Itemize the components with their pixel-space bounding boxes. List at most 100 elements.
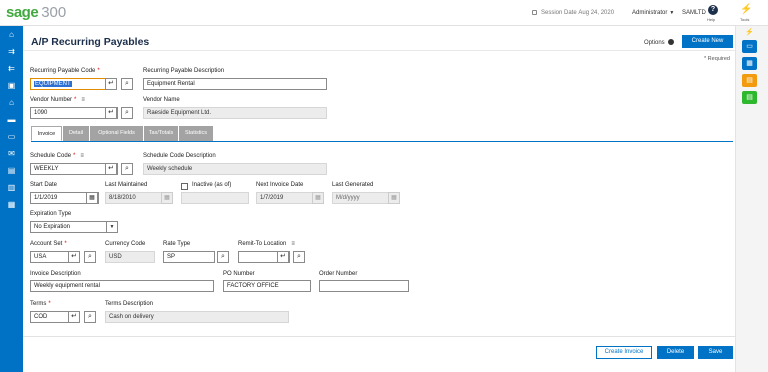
mail-icon[interactable]: ✉ xyxy=(0,145,23,162)
search-icon[interactable]: ⌕ xyxy=(121,78,133,90)
calendar-icon[interactable]: ▦ xyxy=(86,192,98,204)
search-icon[interactable]: ⌕ xyxy=(121,163,133,175)
account-set-label: Account Set * xyxy=(30,241,67,247)
search-icon[interactable]: ⌕ xyxy=(84,251,96,263)
list-icon[interactable]: ≡ xyxy=(80,153,84,159)
tools-label: Tools xyxy=(740,17,750,22)
tab-optional-fields[interactable]: Optional Fields xyxy=(90,126,143,141)
schedule-desc-label: Schedule Code Description xyxy=(143,153,216,159)
divider xyxy=(23,336,735,337)
remit-to-label-text: Remit-To Location xyxy=(238,241,287,247)
search-icon[interactable]: ⌕ xyxy=(84,311,96,323)
enter-icon[interactable]: ↵ xyxy=(277,251,289,263)
tab-invoice[interactable]: Invoice xyxy=(31,126,62,141)
account-set-label-text: Account Set xyxy=(30,241,63,247)
bank-icon[interactable]: ⌂ xyxy=(0,94,23,111)
enter-icon[interactable]: ↵ xyxy=(105,78,117,90)
recurring-code-label: Recurring Payable Code * xyxy=(30,68,100,74)
inactive-checkbox[interactable] xyxy=(181,183,188,190)
expiration-type-label: Expiration Type xyxy=(30,211,72,217)
tax-icon[interactable]: ▦ xyxy=(0,196,23,213)
terms-label-text: Terms xyxy=(30,301,47,307)
left-nav: ⌂ ⇉ ⇇ ▣ ⌂ ▬ ▭ ✉ ▤ ▥ ▦ xyxy=(0,26,23,372)
sage-logo[interactable]: sage 300 xyxy=(6,4,66,21)
invoice-desc-input[interactable]: Weekly equipment rental xyxy=(30,280,214,292)
required-note: * Required xyxy=(704,56,730,62)
calendar-icon: ▦ xyxy=(161,192,173,204)
expiration-type-select[interactable]: No Expiration xyxy=(30,221,118,233)
search-icon[interactable]: ⌕ xyxy=(293,251,305,263)
calculator-icon[interactable]: ▦ xyxy=(742,57,757,70)
folder-icon[interactable]: ▭ xyxy=(0,128,23,145)
home-icon[interactable]: ⌂ xyxy=(0,26,23,43)
invoice-desc-label: Invoice Description xyxy=(30,271,81,277)
last-generated-label: Last Generated xyxy=(332,182,374,188)
vendor-number-label-text: Vendor Number xyxy=(30,97,73,103)
payables-icon[interactable]: ⇉ xyxy=(0,43,23,60)
company-code: SAMLTD xyxy=(682,10,706,16)
next-invoice-label: Next Invoice Date xyxy=(256,182,304,188)
help-button[interactable]: ? Help xyxy=(707,5,719,22)
options-button[interactable]: Options xyxy=(644,39,674,46)
vendor-number-label: Vendor Number * ≡ xyxy=(30,97,85,103)
remit-to-label: Remit-To Location ≡ xyxy=(238,241,295,247)
tab-underline xyxy=(31,141,733,142)
lock-icon[interactable]: ▣ xyxy=(0,77,23,94)
save-button[interactable]: Save xyxy=(698,346,733,359)
vendor-name-label: Vendor Name xyxy=(143,97,180,103)
tab-statistics[interactable]: Statistics xyxy=(179,126,213,141)
po-number-input[interactable]: FACTORY OFFICE xyxy=(223,280,311,292)
report-icon[interactable]: ▤ xyxy=(742,74,757,87)
vendor-name-field: Raeside Equipment Ltd. xyxy=(143,107,327,119)
help-icon: ? xyxy=(708,5,718,15)
receivables-icon[interactable]: ⇇ xyxy=(0,60,23,77)
logo-brand: sage xyxy=(6,4,39,21)
schedule-code-label-text: Schedule Code xyxy=(30,153,72,159)
recurring-desc-input[interactable]: Equipment Rental xyxy=(143,78,327,90)
logo-version: 300 xyxy=(41,4,67,21)
required-marker: * xyxy=(48,301,51,307)
enter-icon[interactable]: ↵ xyxy=(105,107,117,119)
enter-icon[interactable]: ↵ xyxy=(105,163,117,175)
enter-icon[interactable]: ↵ xyxy=(68,251,80,263)
search-icon[interactable]: ⌕ xyxy=(121,107,133,119)
session-date-label: Session Date xyxy=(541,10,577,16)
create-new-button[interactable]: Create New xyxy=(682,35,733,48)
page-title: A/P Recurring Payables xyxy=(31,36,150,48)
recurring-code-input[interactable]: EQUIPMENT xyxy=(30,78,116,90)
tab-tax-totals[interactable]: Tax/Totals xyxy=(144,126,178,141)
inactive-label: Inactive (as of) xyxy=(192,182,232,188)
required-marker: * xyxy=(97,68,100,74)
search-icon[interactable]: ⌕ xyxy=(217,251,229,263)
tab-detail[interactable]: Detail xyxy=(63,126,89,141)
calendar-icon: ▦ xyxy=(312,192,324,204)
recurring-code-value: EQUIPMENT xyxy=(34,81,72,87)
currency-code-label: Currency Code xyxy=(105,241,146,247)
report-icon[interactable]: ▥ xyxy=(0,179,23,196)
rate-type-input[interactable]: SP xyxy=(163,251,215,263)
enter-icon[interactable]: ↵ xyxy=(68,311,80,323)
recurring-desc-label: Recurring Payable Description xyxy=(143,68,225,74)
document-icon[interactable]: ▤ xyxy=(0,162,23,179)
right-rail: ⚡ ▭ ▦ ▤ ▤ xyxy=(735,26,768,372)
delete-button[interactable]: Delete xyxy=(657,346,694,359)
spreadsheet-icon[interactable]: ▤ xyxy=(742,91,757,104)
chevron-down-icon: ▼ xyxy=(669,10,675,16)
divider xyxy=(23,50,735,51)
chevron-down-icon[interactable]: ▼ xyxy=(106,221,118,233)
terms-desc-field: Cash on delivery xyxy=(105,311,289,323)
window-icon[interactable]: ▭ xyxy=(742,40,757,53)
session-date: Session Date Aug 24, 2020 xyxy=(532,10,614,16)
create-invoice-button[interactable]: Create Invoice xyxy=(596,346,652,359)
user-menu[interactable]: Administrator ▼ xyxy=(632,10,674,16)
user-name: Administrator xyxy=(632,10,668,16)
list-icon[interactable]: ≡ xyxy=(291,241,295,247)
briefcase-icon[interactable]: ▬ xyxy=(0,111,23,128)
order-number-input[interactable] xyxy=(319,280,409,292)
list-icon[interactable]: ≡ xyxy=(81,97,85,103)
main-content: A/P Recurring Payables Options Create Ne… xyxy=(23,26,735,372)
last-maintained-label: Last Maintained xyxy=(105,182,148,188)
lightning-icon: ⚡ xyxy=(740,4,753,15)
required-marker: * xyxy=(74,97,77,103)
tools-button[interactable]: ⚡ Tools xyxy=(740,4,753,23)
